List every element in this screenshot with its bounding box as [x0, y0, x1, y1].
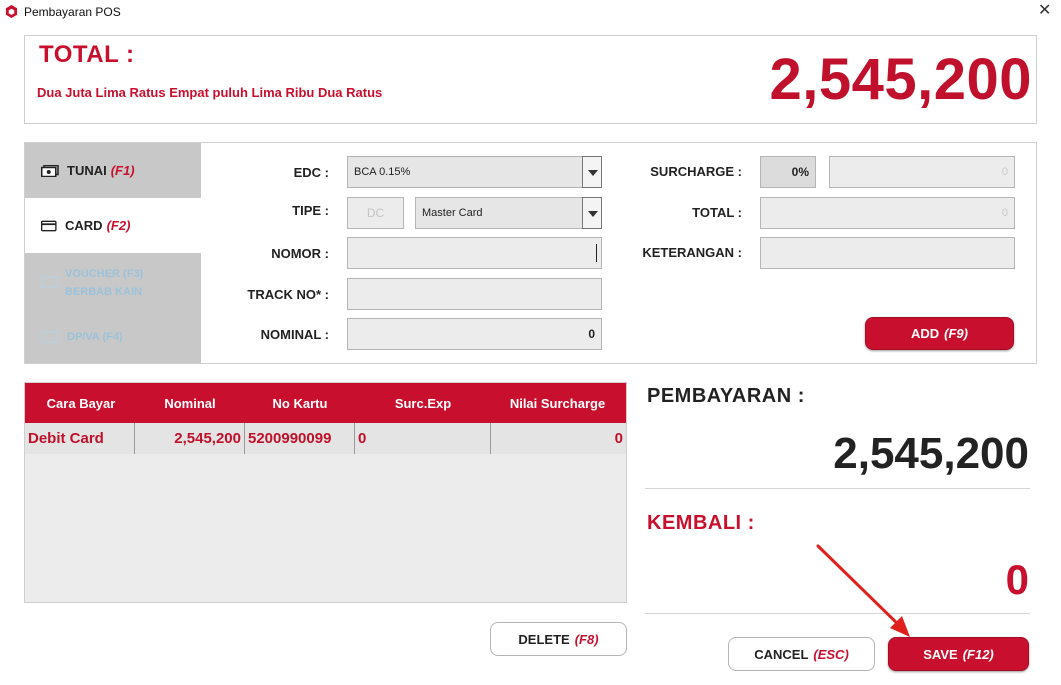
tipe-select-value: Master Card	[422, 207, 483, 219]
cash-icon	[41, 164, 59, 177]
chevron-down-icon[interactable]	[582, 156, 602, 188]
nominal-input[interactable]: 0	[347, 318, 602, 350]
keterangan-input[interactable]	[760, 237, 1015, 269]
tab-card-key: (F2)	[106, 218, 131, 233]
table-header: Cara Bayar Nominal No Kartu Surc.Exp Nil…	[25, 383, 626, 423]
text-cursor	[596, 244, 597, 262]
tipe-code-value: DC	[366, 206, 385, 220]
add-button[interactable]: ADD (F9)	[865, 317, 1014, 350]
payment-table: Cara Bayar Nominal No Kartu Surc.Exp Nil…	[24, 382, 627, 603]
tab-card-label: CARD	[65, 218, 103, 233]
column-header: Cara Bayar	[46, 395, 116, 411]
tab-dp-label: DP/VA (F4)	[67, 330, 123, 343]
track-no-label: TRACK NO* :	[247, 287, 329, 302]
add-button-label: ADD	[910, 326, 940, 341]
tipe-label: TIPE :	[292, 203, 329, 218]
kembali-amount: 0	[1005, 556, 1029, 603]
keterangan-label: KETERANGAN :	[642, 245, 742, 260]
table-cell: Debit Card	[25, 423, 135, 454]
column-header: Nilai Surcharge	[509, 395, 606, 411]
surcharge-value-field: 0	[829, 156, 1015, 188]
column-header: Surc.Exp	[394, 395, 452, 411]
close-icon[interactable]: ✕	[1038, 3, 1051, 19]
tab-card[interactable]: CARD (F2)	[25, 198, 201, 253]
nominal-value: 0	[588, 327, 595, 341]
delete-button-label: DELETE	[518, 631, 570, 647]
track-no-input[interactable]	[347, 278, 602, 310]
delete-button-key: (F8)	[574, 631, 599, 647]
tab-dp[interactable]: DP/VA (F4)	[25, 309, 201, 364]
card-total-label: TOTAL :	[692, 205, 742, 220]
window-title: Pembayaran POS	[24, 5, 121, 19]
tab-voucher[interactable]: VOUCHER (F3) BERBAB KAIN	[25, 255, 201, 310]
total-amount: 2,545,200	[769, 47, 1032, 112]
voucher-icon	[41, 276, 59, 288]
tab-tunai-label: TUNAI	[67, 163, 107, 178]
tab-tunai[interactable]: TUNAI (F1)	[25, 143, 201, 198]
nomor-label: NOMOR :	[271, 246, 329, 261]
edc-select-value: BCA 0.15%	[354, 166, 411, 178]
table-row[interactable]: Debit Card 2,545,200 5200990099 0 0	[25, 423, 626, 454]
tipe-select[interactable]: Master Card	[415, 197, 602, 229]
pembayaran-label: PEMBAYARAN :	[647, 385, 805, 407]
card-total-value: 0	[1001, 207, 1008, 219]
wallet-icon	[41, 330, 59, 343]
add-button-key: (F9)	[944, 326, 968, 341]
edc-label: EDC :	[293, 165, 329, 180]
total-in-words: Dua Juta Lima Ratus Empat puluh Lima Rib…	[37, 85, 383, 100]
edc-select[interactable]: BCA 0.15%	[347, 156, 602, 188]
delete-button[interactable]: DELETE (F8)	[490, 622, 627, 656]
nominal-label: NOMINAL :	[260, 327, 329, 342]
total-panel: TOTAL : Dua Juta Lima Ratus Empat puluh …	[24, 35, 1037, 124]
tab-tunai-key: (F1)	[110, 163, 135, 178]
table-cell: 2,545,200	[135, 423, 245, 454]
divider	[645, 488, 1030, 489]
surcharge-label: SURCHARGE :	[650, 164, 742, 179]
pembayaran-amount: 2,545,200	[833, 429, 1029, 478]
surcharge-percent-field: 0%	[760, 156, 816, 188]
app-logo-icon	[5, 5, 18, 18]
kembali-label: KEMBALI :	[647, 512, 755, 534]
table-cell: 0	[355, 423, 491, 454]
table-cell: 0	[614, 430, 623, 447]
save-button-label: SAVE	[923, 646, 958, 662]
cancel-button-label: CANCEL	[754, 646, 809, 662]
tab-voucher-label-1: VOUCHER (F3)	[65, 267, 144, 280]
cancel-button-key: (ESC)	[813, 646, 849, 662]
payment-method-panel: TUNAI (F1) CARD (F2) VOUCHER (F3) BERBAB…	[24, 142, 1037, 364]
card-icon	[41, 220, 57, 231]
card-total-field: 0	[760, 197, 1015, 229]
nomor-input[interactable]	[347, 237, 602, 269]
column-header: No Kartu	[272, 395, 328, 411]
payment-method-tabs: TUNAI (F1) CARD (F2) VOUCHER (F3) BERBAB…	[25, 143, 201, 363]
surcharge-percent-value: 0%	[791, 165, 809, 179]
tipe-code-field: DC	[347, 197, 404, 229]
surcharge-value: 0	[1001, 166, 1008, 178]
title-bar: Pembayaran POS ✕	[0, 0, 1061, 26]
total-label: TOTAL :	[39, 41, 135, 68]
annotation-arrow-icon	[816, 544, 910, 637]
save-button-key: (F12)	[962, 646, 994, 662]
tab-voucher-label-2: BERBAB KAIN	[65, 285, 142, 298]
column-header: Nominal	[164, 395, 216, 411]
table-cell: 5200990099	[245, 423, 355, 454]
chevron-down-icon[interactable]	[582, 197, 602, 229]
